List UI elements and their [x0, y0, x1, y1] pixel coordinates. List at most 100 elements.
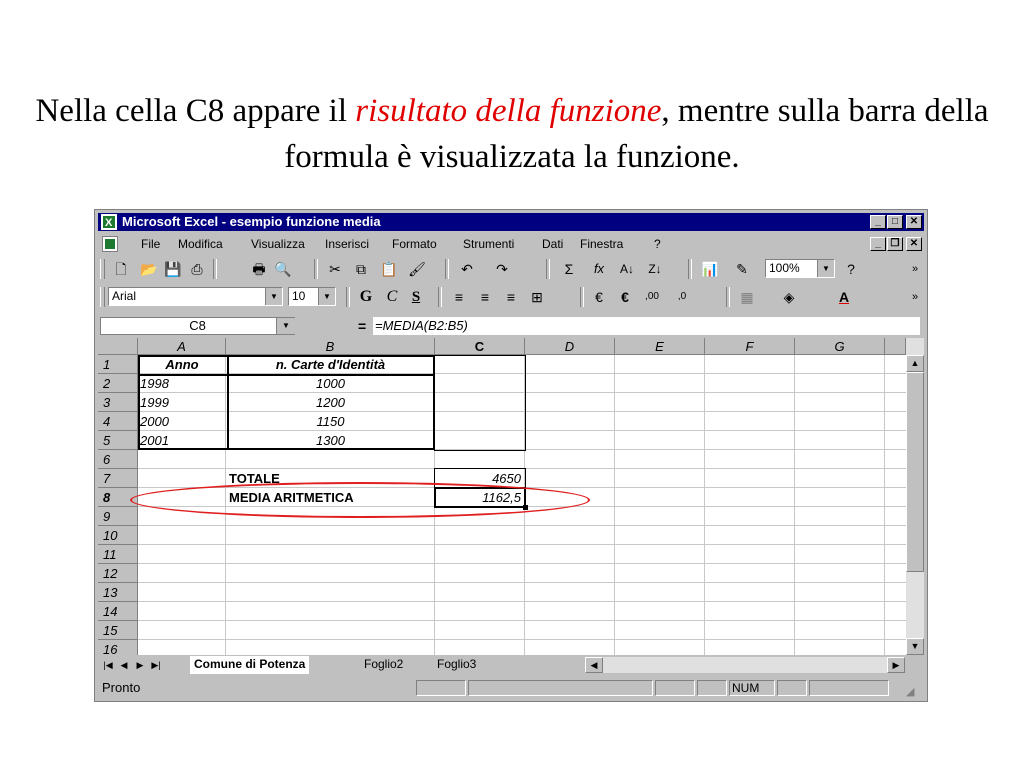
prev-sheet-icon[interactable]: ◀	[116, 657, 132, 673]
row-header[interactable]: 6	[98, 450, 138, 469]
doc-minimize-button[interactable]: _	[870, 237, 886, 251]
menu-inserisci[interactable]: Inserisci	[325, 234, 369, 254]
minimize-button[interactable]: _	[870, 215, 886, 229]
column-header-e[interactable]: E	[615, 338, 705, 355]
select-all-corner[interactable]	[98, 338, 138, 355]
chevron-down-icon[interactable]: ▼	[276, 318, 295, 334]
scroll-right-icon[interactable]: ▶	[887, 657, 905, 673]
increase-decimal-icon[interactable]: ,00	[641, 287, 663, 307]
scroll-down-icon[interactable]: ▼	[906, 638, 924, 655]
font-size-select[interactable]: 10 ▼	[288, 287, 336, 306]
menu-strumenti[interactable]: Strumenti	[463, 234, 514, 254]
cell-b1[interactable]: n. Carte d'Identità	[226, 355, 435, 374]
print-icon[interactable]: 🖶	[248, 259, 270, 279]
cell-b3[interactable]: 1200	[226, 393, 435, 412]
column-header-f[interactable]: F	[705, 338, 795, 355]
column-header-g[interactable]: G	[795, 338, 885, 355]
merge-center-icon[interactable]: ⊞	[526, 287, 548, 307]
edit-formula-button[interactable]: =	[358, 318, 366, 334]
sort-descending-icon[interactable]: Z↓	[644, 259, 666, 279]
chart-wizard-icon[interactable]: 📊	[699, 259, 721, 279]
paste-icon[interactable]: 📋	[378, 259, 400, 279]
row-header[interactable]: 9	[98, 507, 138, 526]
cell-b4[interactable]: 1150	[226, 412, 435, 431]
scroll-left-icon[interactable]: ◀	[585, 657, 603, 673]
sheet-tab-foglio3[interactable]: Foglio3	[433, 656, 480, 673]
doc-restore-button[interactable]: ❐	[887, 237, 903, 251]
undo-icon[interactable]: ↶	[456, 259, 478, 279]
cell-b5[interactable]: 1300	[226, 431, 435, 450]
decrease-decimal-icon[interactable]: ,0	[671, 287, 693, 307]
cell-a1[interactable]: Anno	[138, 355, 226, 374]
chevron-down-icon[interactable]: ▼	[265, 288, 282, 305]
borders-icon[interactable]: ▦	[736, 287, 758, 307]
row-header[interactable]: 14	[98, 602, 138, 621]
close-button[interactable]: ✕	[906, 215, 922, 229]
chevron-down-icon[interactable]: ▼	[817, 260, 834, 277]
save-icon[interactable]: 💾	[162, 259, 184, 279]
function-icon[interactable]: fx	[588, 259, 610, 279]
menu-finestra[interactable]: Finestra	[580, 234, 623, 254]
first-sheet-icon[interactable]: |◀	[100, 657, 116, 673]
last-sheet-icon[interactable]: ▶|	[148, 657, 164, 673]
row-header[interactable]: 16	[98, 640, 138, 655]
cut-icon[interactable]: ✂	[324, 259, 346, 279]
open-icon[interactable]: 📂	[138, 259, 160, 279]
euro-icon[interactable]: €	[614, 287, 636, 307]
workbook-icon[interactable]	[102, 236, 118, 252]
cell-c7[interactable]: 4650	[435, 469, 525, 488]
column-header-c[interactable]: C	[435, 338, 525, 355]
worksheet-grid[interactable]: A B C D E F G 1 2 3 4 5 6 7 8 9 10 11 12…	[98, 338, 906, 655]
autosum-icon[interactable]: Σ	[558, 259, 580, 279]
maximize-button[interactable]: □	[887, 215, 903, 229]
print-preview-icon[interactable]: 🔍	[272, 259, 294, 279]
menu-help[interactable]: ?	[654, 234, 661, 254]
copy-icon[interactable]: ⧉	[350, 259, 372, 279]
cell-b2[interactable]: 1000	[226, 374, 435, 393]
currency-icon[interactable]: €	[588, 287, 610, 307]
column-header-h[interactable]	[885, 338, 906, 355]
column-header-b[interactable]: B	[226, 338, 435, 355]
row-header[interactable]: 15	[98, 621, 138, 640]
cell-c8[interactable]: 1162,5	[435, 488, 525, 507]
drawing-icon[interactable]: ✎	[731, 259, 753, 279]
row-header[interactable]: 11	[98, 545, 138, 564]
next-sheet-icon[interactable]: ▶	[132, 657, 148, 673]
cell-b7[interactable]: TOTALE	[229, 469, 435, 488]
new-icon[interactable]: 🗋	[110, 259, 132, 279]
font-select[interactable]: Arial ▼	[108, 287, 283, 306]
row-header[interactable]: 3	[98, 393, 138, 412]
more-buttons-icon[interactable]: »	[904, 287, 926, 307]
format-painter-icon[interactable]: 🖌	[406, 259, 428, 279]
row-header[interactable]: 13	[98, 583, 138, 602]
menu-formato[interactable]: Formato	[392, 234, 437, 254]
toolbar-grip[interactable]	[100, 259, 105, 279]
row-header[interactable]: 4	[98, 412, 138, 431]
italic-button[interactable]: C	[381, 287, 403, 307]
menu-file[interactable]: File	[141, 234, 160, 254]
sheet-tab-comune-di-potenza[interactable]: Comune di Potenza	[190, 656, 310, 674]
align-right-icon[interactable]: ≡	[500, 287, 522, 307]
menu-dati[interactable]: Dati	[542, 234, 563, 254]
resize-grip-icon[interactable]: ◢	[906, 682, 914, 702]
redo-icon[interactable]: ↷	[491, 259, 513, 279]
zoom-select[interactable]: 100% ▼	[765, 259, 835, 278]
align-left-icon[interactable]: ≡	[448, 287, 470, 307]
more-buttons-icon[interactable]: »	[904, 259, 926, 279]
font-color-icon[interactable]: A	[833, 287, 855, 307]
help-icon[interactable]: ?	[840, 259, 862, 279]
row-header[interactable]: 7	[98, 469, 138, 488]
row-header[interactable]: 2	[98, 374, 138, 393]
chevron-down-icon[interactable]: ▼	[318, 288, 335, 305]
horizontal-scrollbar[interactable]: ◀ ▶	[585, 657, 905, 673]
cell-a4[interactable]: 2000	[140, 412, 226, 431]
sort-ascending-icon[interactable]: A↓	[616, 259, 638, 279]
cell-b8[interactable]: MEDIA ARITMETICA	[229, 488, 435, 507]
column-header-a[interactable]: A	[138, 338, 226, 355]
scroll-thumb[interactable]	[906, 372, 924, 572]
cell-a3[interactable]: 1999	[140, 393, 226, 412]
scroll-up-icon[interactable]: ▲	[906, 355, 924, 372]
sheet-tab-foglio2[interactable]: Foglio2	[360, 656, 407, 673]
cell-a5[interactable]: 2001	[140, 431, 226, 450]
vertical-scrollbar[interactable]: ▲ ▼	[906, 338, 924, 655]
